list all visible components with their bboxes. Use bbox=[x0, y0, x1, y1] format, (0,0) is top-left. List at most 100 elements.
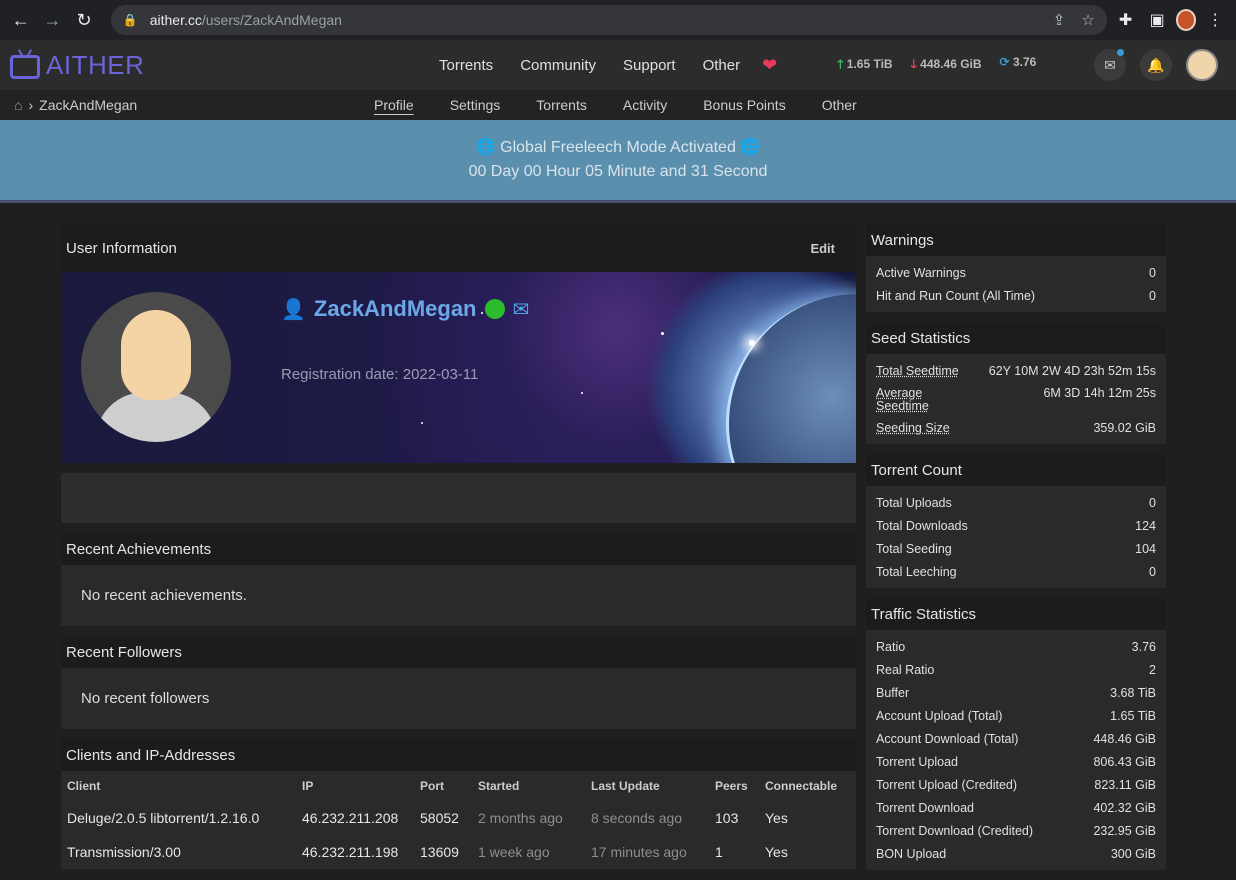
row-label: Hit and Run Count (All Time) bbox=[876, 289, 1036, 303]
torrent-count-panel: Torrent Count Total Uploads 0 Total Downl… bbox=[866, 454, 1166, 588]
user-stats: 1.65 TiB 448.46 GiB 3.76 bbox=[837, 55, 1037, 76]
tab-bonus-points[interactable]: Bonus Points bbox=[703, 97, 786, 113]
avatar-face bbox=[121, 310, 191, 400]
browser-profile-avatar[interactable] bbox=[1175, 9, 1197, 31]
row-label: Torrent Upload (Credited) bbox=[876, 778, 1018, 792]
tab-torrents[interactable]: Torrents bbox=[536, 97, 587, 113]
last-update-cell: 17 minutes ago bbox=[591, 844, 687, 860]
row-value: 806.43 GiB bbox=[1093, 755, 1156, 769]
menu-kebab-icon[interactable]: ⋮ bbox=[1202, 10, 1228, 30]
connectable-cell: Yes bbox=[765, 810, 788, 826]
followers-title: Recent Followers bbox=[61, 636, 856, 668]
list-item: Active Warnings 0 bbox=[876, 262, 1156, 285]
site-header: AITHER Torrents Community Support Other … bbox=[0, 40, 1236, 90]
menu-other[interactable]: Other bbox=[703, 57, 741, 74]
row-value: 3.68 TiB bbox=[1110, 686, 1156, 700]
clients-table: Client IP Port Started Last Update Peers… bbox=[61, 771, 856, 869]
row-label: Account Upload (Total) bbox=[876, 709, 1003, 723]
column-header: Connectable bbox=[765, 779, 838, 793]
globe-icon: 🌐 bbox=[475, 139, 496, 156]
tab-profile[interactable]: Profile bbox=[374, 97, 414, 113]
row-value: 300 GiB bbox=[1110, 847, 1156, 861]
freeleech-title: Global Freeleech Mode Activated bbox=[500, 139, 736, 156]
list-item: Torrent Download 402.32 GiB bbox=[876, 797, 1156, 820]
share-icon[interactable]: ⇪ bbox=[1053, 11, 1066, 29]
started-cell: 1 week ago bbox=[478, 844, 550, 860]
row-label: Torrent Upload bbox=[876, 755, 958, 769]
row-value: 124 bbox=[1135, 519, 1156, 533]
tv-logo-icon bbox=[10, 55, 40, 79]
row-label: Active Warnings bbox=[876, 266, 966, 280]
back-icon[interactable]: ← bbox=[8, 6, 34, 34]
column-header: IP bbox=[302, 779, 314, 793]
home-icon[interactable]: ⌂ bbox=[14, 97, 22, 113]
site-name: AITHER bbox=[46, 49, 145, 80]
row-value: 823.11 GiB bbox=[1094, 778, 1156, 792]
row-label: Real Ratio bbox=[876, 663, 935, 677]
row-label: Torrent Download (Credited) bbox=[876, 824, 1034, 838]
menu-community[interactable]: Community bbox=[520, 57, 596, 74]
row-label: Total Seedtime bbox=[876, 364, 959, 378]
reload-icon[interactable]: ↻ bbox=[71, 6, 97, 34]
column-header: Last Update bbox=[591, 779, 660, 793]
clients-panel: Clients and IP-Addresses Client IP Port … bbox=[61, 739, 856, 869]
header-icons: ✉ 🔔 bbox=[1094, 49, 1218, 81]
list-item: Buffer 3.68 TiB bbox=[876, 682, 1156, 705]
tab-activity[interactable]: Activity bbox=[623, 97, 667, 113]
extensions-icon[interactable]: ✚ bbox=[1113, 10, 1139, 30]
torrent-count-title: Torrent Count bbox=[866, 454, 1166, 486]
row-label: BON Upload bbox=[876, 847, 947, 861]
send-message-icon[interactable]: ✉ bbox=[513, 297, 530, 322]
column-header: Started bbox=[478, 779, 520, 793]
sidepanel-icon[interactable]: ▣ bbox=[1144, 10, 1170, 30]
tab-other[interactable]: Other bbox=[822, 97, 857, 113]
cover-star bbox=[749, 340, 755, 346]
menu-torrents[interactable]: Torrents bbox=[439, 57, 493, 74]
row-label: Ratio bbox=[876, 640, 906, 654]
row-value: 62Y 10M 2W 4D 23h 52m 15s bbox=[988, 364, 1156, 378]
main-menu: Torrents Community Support Other bbox=[439, 57, 740, 74]
profile-avatar bbox=[81, 292, 231, 442]
cover-star bbox=[421, 422, 423, 424]
row-value: 1.65 TiB bbox=[1110, 709, 1156, 723]
globe-icon: 🌐 bbox=[740, 139, 761, 156]
list-item: Account Upload (Total) 1.65 TiB bbox=[876, 705, 1156, 728]
username-line: 👤 ZackAndMegan ✉ bbox=[281, 296, 529, 322]
traffic-panel: Traffic Statistics Ratio 3.76 Real Ratio 2… bbox=[866, 598, 1166, 870]
last-update-cell: 8 seconds ago bbox=[591, 810, 683, 826]
address-bar[interactable]: 🔒 aither.cc/users/ZackAndMegan ⇪ ☆ bbox=[110, 5, 1107, 35]
edit-button[interactable]: Edit bbox=[810, 241, 835, 256]
tab-settings[interactable]: Settings bbox=[450, 97, 501, 113]
ip-cell: 46.232.211.198 bbox=[302, 844, 399, 860]
user-avatar-menu[interactable] bbox=[1186, 49, 1218, 81]
site-logo[interactable]: AITHER bbox=[10, 50, 430, 81]
traffic-list: Ratio 3.76 Real Ratio 2 Buffer 3.68 TiB Acc… bbox=[866, 630, 1166, 870]
lock-icon[interactable]: 🔒 bbox=[123, 13, 138, 27]
row-value: 3.76 bbox=[1131, 640, 1156, 654]
notifications-button[interactable]: 🔔 bbox=[1140, 49, 1172, 81]
menu-support[interactable]: Support bbox=[623, 57, 676, 74]
inbox-button[interactable]: ✉ bbox=[1094, 49, 1126, 81]
followers-empty: No recent followers bbox=[81, 690, 210, 707]
list-item: Total Leeching 0 bbox=[876, 561, 1156, 584]
breadcrumb-separator: › bbox=[28, 97, 34, 113]
list-item: Real Ratio 2 bbox=[876, 659, 1156, 682]
username[interactable]: ZackAndMegan bbox=[314, 296, 477, 322]
torrent-count-list: Total Uploads 0 Total Downloads 124 Total … bbox=[866, 486, 1166, 588]
breadcrumb-user[interactable]: ZackAndMegan bbox=[39, 97, 137, 113]
list-item: Total Seeding 104 bbox=[876, 538, 1156, 561]
url-host: aither.cc bbox=[149, 12, 202, 28]
upload-stat: 1.65 TiB bbox=[837, 55, 893, 76]
connectable-cell: Yes bbox=[765, 844, 788, 860]
ip-cell: 46.232.211.208 bbox=[302, 810, 399, 826]
peers-cell: 1 bbox=[715, 844, 723, 860]
bookmark-star-icon[interactable]: ☆ bbox=[1081, 11, 1094, 29]
right-column: Warnings Active Warnings 0 Hit and Run Co… bbox=[866, 224, 1166, 880]
donate-heart-icon[interactable]: ❤ bbox=[762, 55, 777, 76]
list-item: Total Downloads 124 bbox=[876, 515, 1156, 538]
envelope-icon: ✉ bbox=[1104, 56, 1116, 73]
row-label: Total Downloads bbox=[876, 519, 968, 533]
forward-icon[interactable]: → bbox=[40, 6, 66, 34]
row-value: 104 bbox=[1135, 542, 1156, 556]
freeleech-countdown: 00 Day 00 Hour 05 Minute and 31 Second bbox=[468, 163, 768, 180]
